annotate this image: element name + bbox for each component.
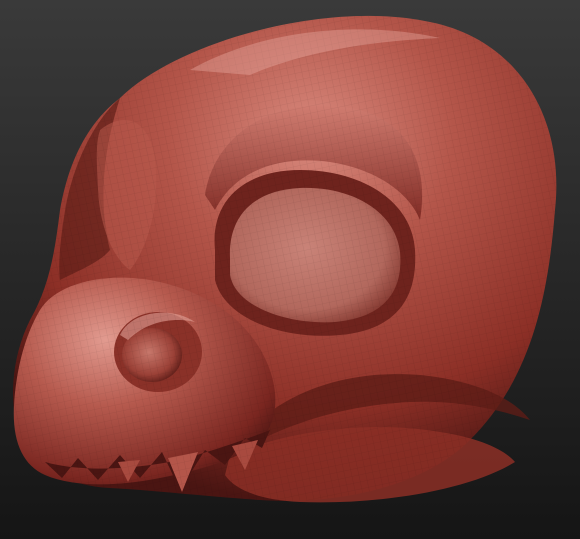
sculpt-canvas[interactable] [0, 0, 580, 539]
sculpt-viewport[interactable] [0, 0, 580, 539]
